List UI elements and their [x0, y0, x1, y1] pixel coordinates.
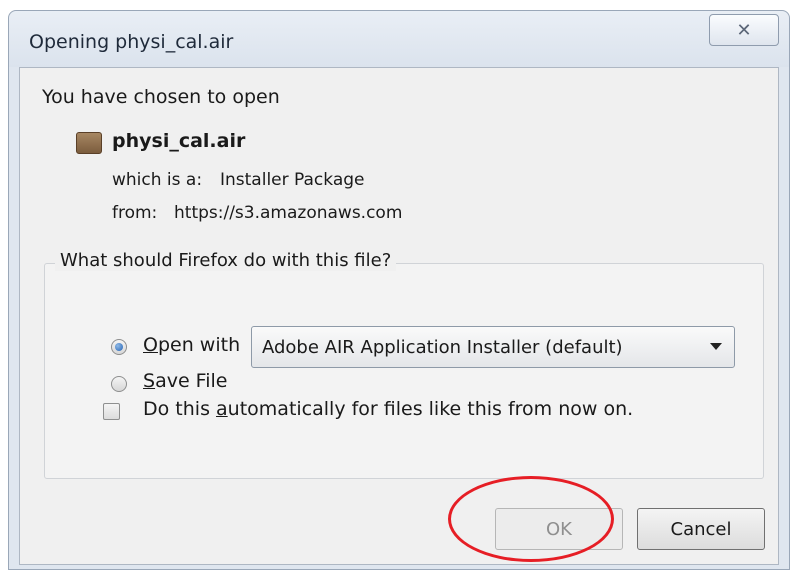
- file-source-value: https://s3.amazonaws.com: [174, 203, 403, 223]
- close-icon: ✕: [736, 19, 752, 41]
- application-select-value: Adobe AIR Application Installer (default…: [262, 337, 623, 358]
- file-icon: [76, 132, 102, 154]
- save-file-radio[interactable]: [111, 376, 127, 392]
- auto-label-end: utomatically for files like this from no…: [227, 398, 634, 420]
- open-with-label-rest: pen with: [157, 334, 241, 356]
- auto-label-mnemonic: a: [216, 398, 228, 420]
- download-dialog: Opening physi_cal.air ✕ You have chosen …: [8, 10, 790, 570]
- file-type-value: Installer Package: [220, 170, 365, 190]
- open-with-label[interactable]: Open with: [143, 334, 240, 356]
- chevron-down-icon: [710, 343, 722, 350]
- dialog-content: You have chosen to open physi_cal.air wh…: [19, 67, 779, 565]
- open-with-mnemonic: O: [143, 334, 158, 356]
- close-button[interactable]: ✕: [709, 14, 779, 46]
- ok-button[interactable]: OK: [495, 508, 623, 550]
- dialog-title: Opening physi_cal.air: [29, 31, 234, 53]
- auto-label-start: Do this: [143, 398, 217, 420]
- save-file-label[interactable]: Save File: [143, 370, 227, 392]
- file-source-label: from:: [112, 203, 158, 223]
- radio-selected-dot: [115, 343, 123, 351]
- file-type-label: which is a:: [112, 170, 203, 190]
- open-with-radio[interactable]: [111, 339, 127, 355]
- auto-checkbox[interactable]: [103, 403, 120, 420]
- auto-label[interactable]: Do this automatically for files like thi…: [143, 398, 633, 420]
- chosen-text: You have chosen to open: [42, 86, 280, 108]
- save-file-mnemonic: S: [143, 370, 156, 392]
- action-group: What should Firefox do with this file? O…: [44, 250, 764, 479]
- application-select[interactable]: Adobe AIR Application Installer (default…: [251, 326, 735, 368]
- title-bar: Opening physi_cal.air ✕: [9, 11, 789, 67]
- save-file-label-rest: ave File: [155, 370, 228, 392]
- action-question: What should Firefox do with this file?: [55, 250, 397, 271]
- cancel-button[interactable]: Cancel: [637, 508, 765, 550]
- file-name: physi_cal.air: [112, 130, 246, 152]
